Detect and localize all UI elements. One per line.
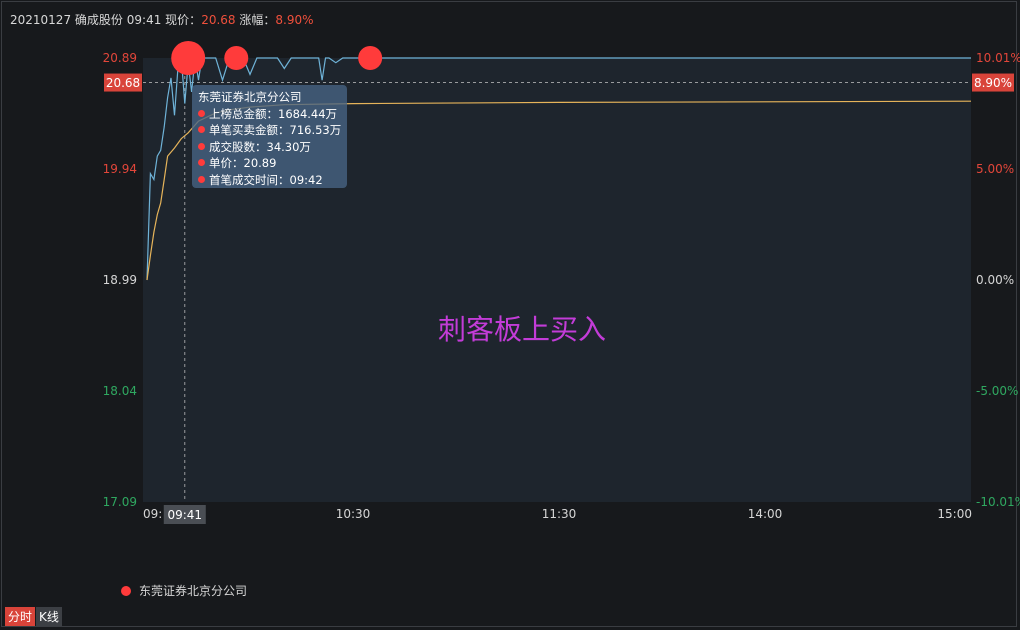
view-tabs: 分时 K线	[5, 607, 63, 626]
bullet-icon	[198, 109, 205, 117]
trade-tooltip: 东莞证券北京分公司 上榜总金额：1684.44万 单笔买卖金额：716.53万 …	[192, 85, 347, 188]
y-right-tick-label: 5.00%	[976, 162, 1014, 176]
tooltip-row: 首笔成交时间：09:42	[198, 172, 341, 189]
bullet-icon	[198, 159, 205, 166]
tab-kline[interactable]: K线	[36, 607, 62, 626]
tooltip-row: 成交股数：34.30万	[198, 139, 341, 156]
trade-marker	[171, 41, 206, 75]
y-right-tick-label: -5.00%	[976, 384, 1018, 398]
y-left-tick-label: 18.04	[103, 384, 137, 398]
tooltip-row: 单笔买卖金额：716.53万	[198, 122, 341, 139]
bullet-icon	[198, 142, 205, 150]
tab-intraday[interactable]: 分时	[5, 607, 36, 626]
x-tick-label: 11:30	[542, 507, 577, 521]
current-price-tag: 20.68	[106, 76, 140, 90]
bullet-icon	[198, 175, 205, 183]
y-left-tick-label: 19.94	[103, 162, 137, 176]
y-left-tick-label: 18.99	[103, 273, 137, 287]
trade-marker	[224, 46, 249, 70]
cursor-time-tag: 09:41	[167, 508, 202, 522]
y-left-tick-label: 17.09	[103, 495, 137, 509]
y-right-tick-label: 0.00%	[976, 273, 1014, 287]
chart-legend[interactable]: 东莞证券北京分公司	[121, 582, 247, 599]
trade-marker	[358, 46, 383, 70]
y-right-tick-label: 10.01%	[976, 51, 1020, 65]
current-pct-tag: 8.90%	[974, 76, 1012, 90]
y-left-tick-label: 20.89	[103, 51, 137, 65]
watermark-text: 刺客板上买入	[438, 313, 607, 346]
x-tick-label: 10:30	[336, 507, 371, 521]
x-tick-label: 09:	[143, 507, 162, 521]
y-right-tick-label: -10.01%	[976, 495, 1020, 509]
legend-marker-icon	[121, 585, 131, 596]
bullet-icon	[198, 126, 205, 133]
x-tick-label: 14:00	[748, 507, 783, 521]
legend-label: 东莞证券北京分公司	[139, 584, 248, 598]
tooltip-title: 东莞证券北京分公司	[198, 90, 302, 104]
tooltip-row: 单价：20.89	[198, 155, 341, 172]
tooltip-row: 上榜总金额：1684.44万	[198, 106, 341, 123]
x-tick-label: 15:00	[937, 507, 972, 521]
